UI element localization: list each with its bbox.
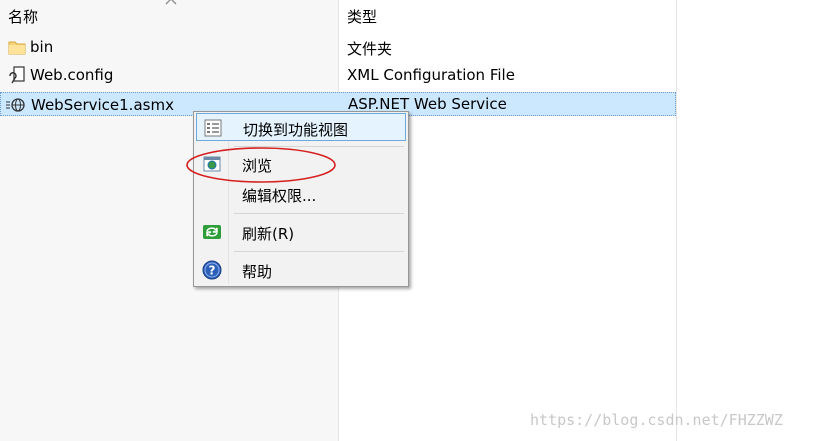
menu-separator xyxy=(234,251,404,252)
menu-item-refresh[interactable]: 刷新(R) xyxy=(196,218,406,246)
web-service-icon xyxy=(6,98,25,112)
menu-item-help[interactable]: ? 帮助 xyxy=(196,256,406,284)
file-type: XML Configuration File xyxy=(347,66,515,84)
column-header-type[interactable]: 类型 xyxy=(347,6,377,27)
watermark-text: https://blog.csdn.net/FHZZWZ xyxy=(530,411,783,429)
config-file-icon xyxy=(9,66,25,84)
menu-item-label: 刷新(R) xyxy=(242,225,295,243)
file-row-bin[interactable]: bin 文件夹 xyxy=(0,35,676,59)
file-name: bin xyxy=(30,38,54,56)
file-type: 文件夹 xyxy=(347,40,393,58)
svg-text:?: ? xyxy=(209,264,216,278)
menu-separator xyxy=(234,213,404,214)
feature-view-icon xyxy=(204,119,222,137)
folder-icon xyxy=(8,41,26,55)
file-name: WebService1.asmx xyxy=(31,96,174,114)
menu-item-switch-feature-view[interactable]: 切换到功能视图 xyxy=(196,113,406,141)
context-menu: 切换到功能视图 浏览 编辑权限... 刷新(R) ? 帮助 xyxy=(193,111,409,287)
help-icon: ? xyxy=(202,260,222,280)
annotation-ellipse xyxy=(186,147,336,183)
refresh-icon xyxy=(203,225,221,239)
file-name: Web.config xyxy=(30,66,114,84)
menu-item-edit-permissions[interactable]: 编辑权限... xyxy=(196,180,406,208)
sort-ascending-icon xyxy=(165,0,177,5)
menu-item-label: 帮助 xyxy=(242,263,273,281)
file-row-web-config[interactable]: Web.config XML Configuration File xyxy=(0,63,676,87)
column-divider-2[interactable] xyxy=(676,0,677,441)
menu-item-label: 切换到功能视图 xyxy=(243,121,349,139)
menu-item-label: 编辑权限... xyxy=(242,187,317,205)
column-header-name[interactable]: 名称 xyxy=(8,6,38,27)
